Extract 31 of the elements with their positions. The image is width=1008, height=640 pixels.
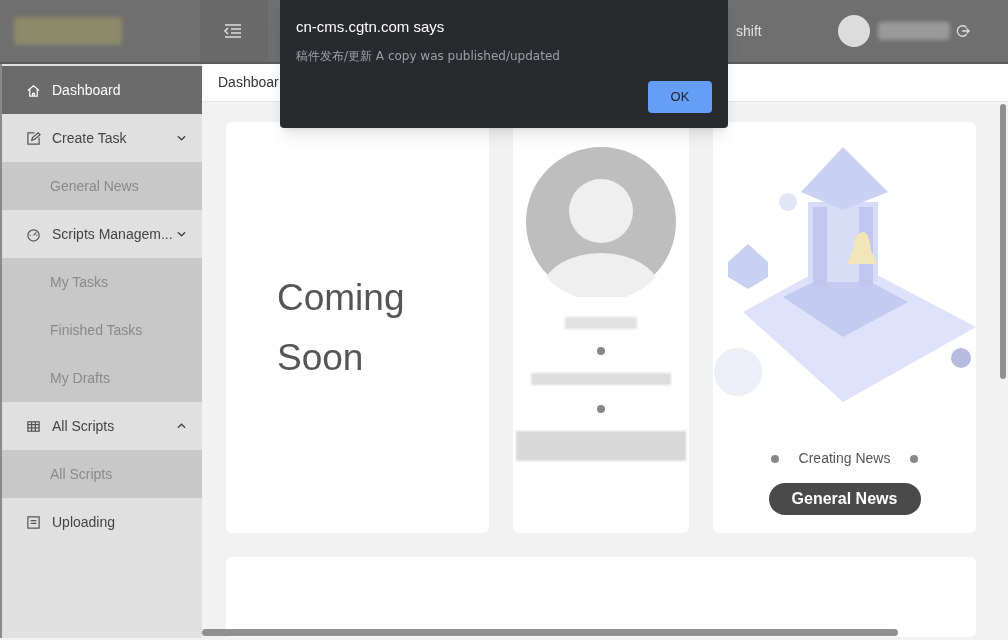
dialog-message: 稿件发布/更新 A copy was published/updated [296, 47, 561, 65]
sidebar-item[interactable]: Dashboard [2, 66, 202, 114]
avatar-icon[interactable] [837, 15, 870, 47]
horizontal-scrollbar[interactable] [202, 629, 898, 636]
general-news-button[interactable]: General News [768, 483, 921, 515]
gauge-icon [26, 226, 41, 242]
logout-icon[interactable] [955, 24, 970, 38]
chevron-icon [177, 231, 186, 237]
ok-button[interactable]: OK [648, 80, 712, 113]
sidebar-item[interactable]: Create Task [2, 114, 202, 162]
chevron-icon [177, 135, 186, 141]
sidebar-item[interactable]: Scripts Managem... [2, 210, 202, 258]
shift-label: shift [736, 21, 762, 41]
sidebar-item[interactable]: All Scripts [2, 402, 202, 450]
sidebar-item-label: Dashboard [52, 80, 122, 100]
sidebar-item-label: All Scripts [52, 416, 116, 436]
doc-icon [26, 514, 41, 530]
sidebar-item[interactable]: Uploading [2, 498, 202, 546]
sidebar-item-label: Create Task [52, 128, 128, 148]
dialog-title: cn-cms.cgtn.com says [296, 17, 446, 37]
sidebar-item-label: Uploading [52, 512, 117, 532]
home-icon [26, 82, 41, 98]
edit-icon [26, 130, 41, 146]
sidebar-item-label: Scripts Managem... [52, 224, 174, 244]
vertical-scrollbar[interactable] [1000, 104, 1006, 379]
coming-soon-text: Coming Soon [277, 275, 406, 380]
breadcrumb-item[interactable]: Dashboar [218, 72, 279, 93]
table-icon [26, 418, 41, 434]
chevron-icon [177, 423, 186, 429]
news-caption: Creating News [798, 449, 891, 468]
name-placeholder [565, 317, 637, 329]
